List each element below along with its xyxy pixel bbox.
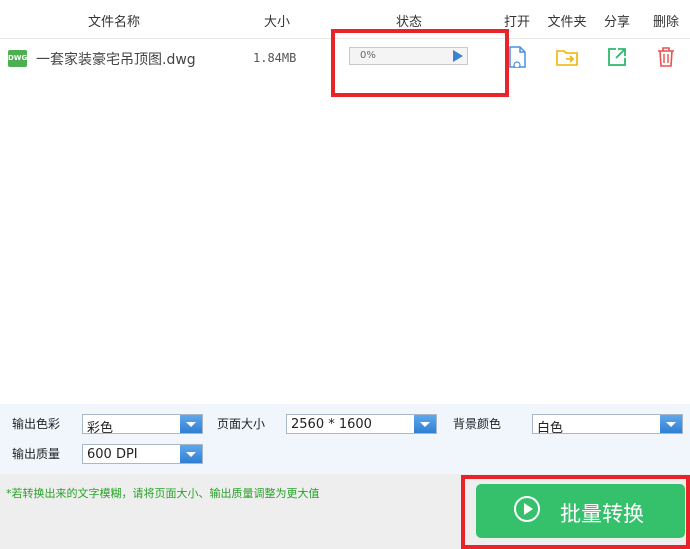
convert-highlight-box	[461, 475, 690, 549]
column-header-share: 分享	[603, 15, 631, 30]
output-color-select[interactable]: 彩色	[82, 414, 203, 436]
column-header-name: 文件名称	[87, 15, 141, 30]
column-header-size: 大小	[263, 15, 291, 30]
page-size-value: 2560 * 1600	[291, 417, 372, 432]
column-header-folder: 文件夹	[547, 15, 587, 30]
output-quality-select[interactable]: 600 DPI	[82, 444, 203, 464]
status-highlight-box	[331, 29, 509, 97]
chevron-down-icon[interactable]	[180, 415, 202, 433]
delete-icon[interactable]	[655, 46, 677, 68]
background-color-value: 白色	[537, 421, 564, 436]
output-settings-panel: 输出色彩 彩色 页面大小 2560 * 1600 背景颜色 白色 输出质量 60…	[0, 404, 690, 474]
page-size-label: 页面大小	[217, 417, 266, 431]
file-name: 一套家装豪宅吊顶图.dwg	[36, 52, 196, 68]
page-size-select[interactable]: 2560 * 1600	[286, 414, 437, 434]
output-quality-value: 600 DPI	[87, 447, 138, 462]
file-size: 1.84MB	[253, 51, 297, 65]
background-color-select[interactable]: 白色	[532, 414, 683, 436]
column-header-open: 打开	[503, 15, 531, 30]
output-quality-label: 输出质量	[12, 447, 61, 461]
background-color-label: 背景颜色	[453, 417, 502, 431]
column-header-delete: 删除	[652, 15, 680, 30]
share-icon[interactable]	[606, 46, 628, 68]
open-folder-icon[interactable]	[556, 46, 578, 68]
dwg-file-icon: DWG	[8, 50, 27, 67]
output-color-value: 彩色	[87, 421, 114, 436]
blur-hint-text: *若转换出来的文字模糊，请将页面大小、输出质量调整为更大值	[6, 487, 320, 500]
output-color-label: 输出色彩	[12, 417, 61, 431]
column-header-status: 状态	[395, 15, 423, 30]
chevron-down-icon[interactable]	[660, 415, 682, 433]
chevron-down-icon[interactable]	[414, 415, 436, 433]
open-file-icon[interactable]	[506, 46, 528, 68]
chevron-down-icon[interactable]	[180, 445, 202, 463]
